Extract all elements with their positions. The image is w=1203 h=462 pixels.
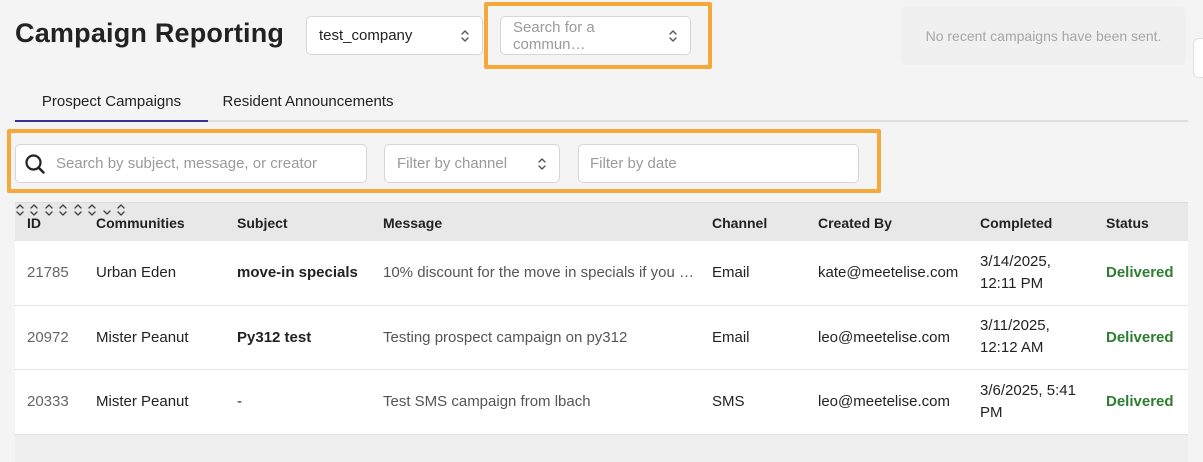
date-filter-input[interactable] [590, 155, 858, 172]
status-badge: Delivered [1106, 393, 1174, 411]
recent-campaigns-notice: No recent campaigns have been sent. [901, 6, 1186, 65]
cell-message: Testing prospect campaign on py312 [383, 328, 628, 346]
column-label: Completed [980, 214, 1053, 231]
sort-icon[interactable] [44, 204, 54, 221]
tab-prospect-campaigns[interactable]: Prospect Campaigns [15, 88, 208, 122]
cell-completed: 3/14/2025, 12:11 PM [980, 252, 1051, 292]
cell-completed: 3/6/2025, 5:41 PM [980, 381, 1076, 421]
cell-created-by: leo@meetelise.com [818, 328, 950, 346]
notice-text: No recent campaigns have been sent. [925, 27, 1162, 44]
column-header-communities[interactable]: Communities [96, 203, 185, 242]
cell-id: 21785 [27, 264, 69, 282]
campaign-tabs: Prospect Campaigns Resident Announcement… [15, 88, 1188, 122]
column-label: Subject [237, 214, 288, 231]
column-header-channel[interactable]: Channel [712, 203, 767, 242]
column-header-subject[interactable]: Subject [237, 203, 288, 242]
cell-subject: move-in specials [237, 264, 358, 282]
column-label: Status [1106, 214, 1149, 231]
column-header-completed[interactable]: Completed [980, 203, 1052, 242]
column-header-created-by[interactable]: Created By [818, 203, 892, 242]
channel-filter-select[interactable]: Filter by channel [384, 144, 560, 183]
cell-subject: - [237, 393, 242, 411]
sort-icon[interactable] [58, 204, 68, 221]
cell-channel: SMS [712, 393, 745, 411]
cell-id: 20972 [27, 328, 69, 346]
column-header-message[interactable]: Message [383, 203, 442, 242]
table-row[interactable]: 20972 Mister Peanut Py312 test Testing p… [15, 305, 1188, 370]
side-panel-edge[interactable] [1193, 38, 1203, 78]
column-label: ID [27, 214, 41, 231]
campaigns-table: ID Communities Subject Message Channel C… [15, 202, 1188, 462]
community-select[interactable]: Search for a commun… [500, 16, 691, 55]
cell-completed: 3/11/2025, 12:12 AM [980, 317, 1050, 357]
sort-icon[interactable] [73, 204, 83, 221]
table-row[interactable]: 21785 Urban Eden move-in specials 10% di… [15, 241, 1188, 306]
table-header: ID Communities Subject Message Channel C… [15, 202, 1188, 241]
chevron-up-down-icon [460, 29, 470, 43]
campaign-search-field[interactable] [15, 144, 367, 183]
cell-community: Mister Peanut [96, 328, 189, 346]
cell-community: Mister Peanut [96, 393, 189, 411]
cell-channel: Email [712, 328, 750, 346]
chevron-up-down-icon [668, 29, 678, 43]
company-select-value: test_company [319, 27, 413, 44]
company-select[interactable]: test_company [306, 16, 483, 55]
column-label: Message [383, 214, 443, 231]
column-label: Created By [818, 214, 892, 231]
date-filter-field[interactable] [578, 144, 859, 183]
cell-created-by: kate@meetelise.com [818, 264, 959, 282]
cell-community: Urban Eden [96, 264, 177, 282]
sort-icon[interactable] [15, 204, 25, 221]
column-header-id[interactable]: ID [27, 203, 41, 242]
status-badge: Delivered [1106, 264, 1174, 282]
tab-resident-announcements[interactable]: Resident Announcements [208, 88, 408, 122]
cell-id: 20333 [27, 393, 69, 411]
status-badge: Delivered [1106, 328, 1174, 346]
cell-message: 10% discount for the move in specials if… [383, 264, 693, 282]
cell-subject: Py312 test [237, 328, 312, 346]
page-title: Campaign Reporting [15, 18, 285, 48]
community-select-placeholder: Search for a commun… [513, 18, 595, 53]
table-footer-area [15, 434, 1188, 462]
cell-created-by: leo@meetelise.com [818, 393, 950, 411]
cell-channel: Email [712, 264, 750, 282]
table-row[interactable]: 20333 Mister Peanut - Test SMS campaign … [15, 370, 1188, 435]
column-label: Communities [96, 214, 185, 231]
chevron-up-down-icon [537, 157, 547, 171]
column-header-status[interactable]: Status [1106, 203, 1149, 242]
search-icon [24, 153, 46, 175]
search-input[interactable] [56, 155, 366, 172]
column-label: Channel [712, 214, 768, 231]
cell-message: Test SMS campaign from lbach [383, 393, 591, 411]
channel-filter-placeholder: Filter by channel [397, 155, 508, 172]
